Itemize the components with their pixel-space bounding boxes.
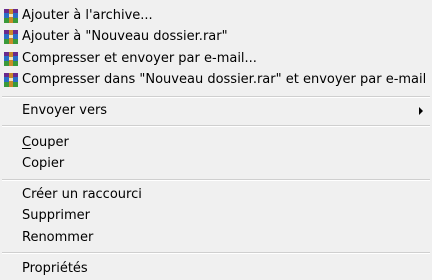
menu-item-label: Compresser et envoyer par e-mail... [22,51,257,66]
menu-separator [2,125,430,127]
menu-item-send-to[interactable]: Envoyer vers [0,100,432,122]
context-menu: Ajouter à l'archive... Ajouter à "Nouvea… [0,0,432,276]
menu-item-label-rest: ouper [31,135,69,150]
menu-item-label: Compresser dans "Nouveau dossier.rar" et… [22,72,427,87]
menu-item-label: Copier [22,156,65,171]
access-key: C [22,135,32,150]
menu-separator [2,179,430,181]
menu-item-compress-and-email[interactable]: Compresser et envoyer par e-mail... [0,48,432,70]
menu-item-cut[interactable]: Couper [0,132,432,154]
menu-item-add-to-named-rar[interactable]: Ajouter à "Nouveau dossier.rar" [0,26,432,48]
menu-item-create-shortcut[interactable]: Créer un raccourci [0,184,432,206]
winrar-archive-icon [3,29,19,45]
winrar-archive-icon [3,51,19,67]
menu-item-label: Envoyer vers [22,103,108,118]
menu-item-copy[interactable]: Copier [0,153,432,175]
menu-item-properties[interactable]: Propriétés [0,258,432,280]
menu-item-label: Renommer [22,230,94,245]
menu-separator [2,96,430,98]
winrar-archive-icon [3,8,19,24]
menu-separator [2,252,430,254]
menu-item-label: Propriétés [22,261,88,276]
menu-item-delete[interactable]: Supprimer [0,205,432,227]
menu-item-label: Supprimer [22,208,90,223]
menu-item-label: Ajouter à "Nouveau dossier.rar" [22,29,228,44]
menu-item-label: Ajouter à l'archive... [22,8,153,23]
menu-item-add-to-archive[interactable]: Ajouter à l'archive... [0,5,432,27]
winrar-archive-icon [3,72,19,88]
menu-item-label: Couper [22,134,69,151]
menu-item-compress-to-named-rar-and-email[interactable]: Compresser dans "Nouveau dossier.rar" et… [0,69,432,91]
menu-item-label: Créer un raccourci [22,187,142,202]
menu-item-rename[interactable]: Renommer [0,227,432,249]
cut-off-top-item [22,0,222,2]
submenu-arrow-icon [419,107,423,115]
